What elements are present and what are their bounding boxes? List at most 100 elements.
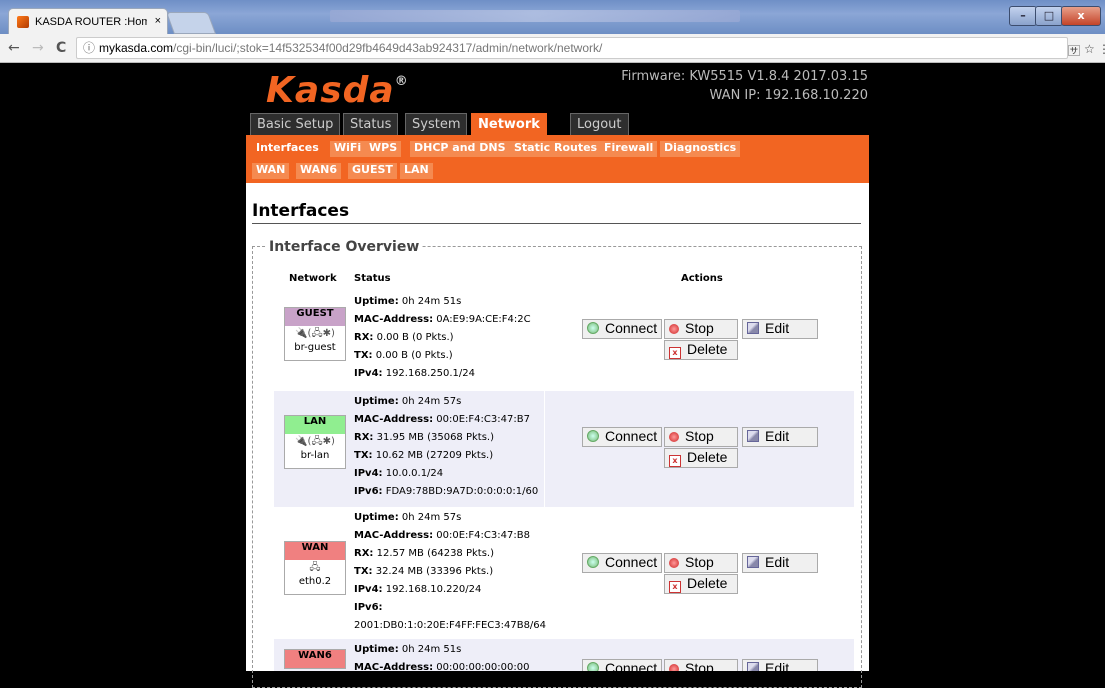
bridge-icon: 🔌(🖧✱) <box>295 328 335 339</box>
iface-tab-guest[interactable]: GUEST <box>348 163 397 179</box>
iface-tab-wan[interactable]: WAN <box>252 163 290 179</box>
title-divider <box>252 223 861 224</box>
edit-button[interactable]: Edit <box>742 319 818 339</box>
url-path: /cgi-bin/luci/;stok=14f532534f00d29fb464… <box>173 41 603 55</box>
delete-button[interactable]: x Delete <box>664 574 738 594</box>
status-block: Uptime: 0h 24m 57s MAC-Address: 00:0E:F4… <box>354 512 547 631</box>
network-box-wan: WAN 🖧 eth0.2 <box>284 541 346 595</box>
iface-tab-wan6[interactable]: WAN6 <box>296 163 342 179</box>
content-panel: Interfaces Interface Overview Network St… <box>246 183 869 688</box>
subtab-firewall[interactable]: Firewall <box>600 141 658 157</box>
connect-icon <box>587 322 599 334</box>
browser-titlebar: KASDA ROUTER :Home × – □ x <box>0 0 1105 35</box>
edit-button[interactable]: Edit <box>742 427 818 447</box>
reload-icon[interactable]: C <box>56 40 66 56</box>
column-actions: Actions <box>681 273 723 284</box>
connect-icon <box>587 430 599 442</box>
connect-button[interactable]: Connect <box>582 553 663 573</box>
subtab-wps[interactable]: WPS <box>365 141 402 157</box>
network-box-lan: LAN 🔌(🖧✱) br-lan <box>284 415 346 469</box>
stop-icon <box>669 432 679 442</box>
tab-status[interactable]: Status <box>343 113 399 136</box>
network-device: br-lan <box>300 450 330 461</box>
browser-menu-icon[interactable]: ⋮ <box>1098 42 1105 56</box>
subtab-interfaces[interactable]: Interfaces <box>252 141 323 157</box>
bookmark-star-icon[interactable]: ☆ <box>1084 42 1095 56</box>
browser-tab[interactable]: KASDA ROUTER :Home × <box>8 8 168 35</box>
edit-icon <box>747 322 759 334</box>
ethernet-icon: 🖧 <box>309 562 321 573</box>
tab-system[interactable]: System <box>405 113 468 136</box>
connect-button[interactable]: Connect <box>582 319 663 339</box>
firmware-info: Firmware: KW5515 V1.8.4 2017.03.15 WAN I… <box>560 67 868 105</box>
edit-button[interactable]: Edit <box>742 659 818 671</box>
stop-button[interactable]: Stop <box>664 553 738 573</box>
edit-icon <box>747 556 759 568</box>
column-divider <box>544 391 545 507</box>
column-status: Status <box>354 273 391 284</box>
kasda-favicon-icon <box>17 16 29 28</box>
window-close-button[interactable]: x <box>1061 6 1101 26</box>
section-title: Interface Overview <box>266 239 423 255</box>
interface-row-lan: LAN 🔌(🖧✱) br-lan Uptime: 0h 24m 57s MAC-… <box>274 391 854 507</box>
kasda-logo: Kasda® <box>266 70 409 111</box>
connect-button[interactable]: Connect <box>582 659 663 671</box>
subtab-diagnostics[interactable]: Diagnostics <box>660 141 741 157</box>
connect-icon <box>587 556 599 568</box>
stop-button[interactable]: Stop <box>664 427 738 447</box>
edit-icon <box>747 662 759 671</box>
connect-icon <box>587 662 599 671</box>
maximize-button[interactable]: □ <box>1035 6 1063 26</box>
network-name: WAN <box>285 542 345 560</box>
status-block: Uptime: 0h 24m 51s MAC-Address: 0A:E9:9A… <box>354 296 531 379</box>
delete-button[interactable]: x Delete <box>664 448 738 468</box>
subtab-dhcp-dns[interactable]: DHCP and DNS <box>410 141 510 157</box>
interface-row-wan6: WAN6 Uptime: 0h 24m 51s MAC-Address: 00:… <box>274 639 854 671</box>
tab-logout[interactable]: Logout <box>570 113 629 136</box>
forward-icon[interactable]: → <box>32 40 44 56</box>
connect-button[interactable]: Connect <box>582 427 663 447</box>
network-name: LAN <box>285 416 345 434</box>
stop-icon <box>669 324 679 334</box>
page-title: Interfaces <box>252 201 350 221</box>
firmware-version: Firmware: KW5515 V1.8.4 2017.03.15 <box>621 69 868 84</box>
url-host: mykasda.com <box>99 41 174 55</box>
site-info-icon[interactable]: ⓘ <box>83 38 95 58</box>
network-device: br-guest <box>294 342 336 353</box>
stop-icon <box>669 664 679 671</box>
translate-icon[interactable]: 🈂 <box>1068 42 1080 59</box>
delete-icon: x <box>669 347 681 359</box>
stop-icon <box>669 558 679 568</box>
delete-button[interactable]: x Delete <box>664 340 738 360</box>
subtab-wifi[interactable]: WiFi <box>330 141 366 157</box>
router-page: Kasda® Firmware: KW5515 V1.8.4 2017.03.1… <box>0 63 1105 688</box>
url-input[interactable]: ⓘ mykasda.com/cgi-bin/luci/;stok=14f53253… <box>76 37 1068 59</box>
network-name: GUEST <box>285 308 345 326</box>
background-window-title <box>330 10 740 22</box>
interface-row-wan: WAN 🖧 eth0.2 Uptime: 0h 24m 57s MAC-Addr… <box>274 507 854 639</box>
stop-button[interactable]: Stop <box>664 659 738 671</box>
new-tab-button[interactable] <box>165 12 217 34</box>
network-box-guest: GUEST 🔌(🖧✱) br-guest <box>284 307 346 361</box>
minimize-button[interactable]: – <box>1009 6 1037 26</box>
tab-network[interactable]: Network <box>471 113 547 136</box>
network-name: WAN6 <box>285 650 345 668</box>
interface-row-guest: GUEST 🔌(🖧✱) br-guest Uptime: 0h 24m 51s … <box>274 291 854 391</box>
delete-icon: x <box>669 581 681 593</box>
subnav-bar: Interfaces WiFi WPS DHCP and DNS Static … <box>246 135 869 183</box>
stop-button[interactable]: Stop <box>664 319 738 339</box>
back-icon[interactable]: ← <box>8 40 20 56</box>
wan-ip: WAN IP: 192.168.10.220 <box>709 88 868 103</box>
iface-tab-lan[interactable]: LAN <box>400 163 433 179</box>
delete-icon: x <box>669 455 681 467</box>
edit-button[interactable]: Edit <box>742 553 818 573</box>
tab-basic-setup[interactable]: Basic Setup <box>250 113 341 136</box>
column-network: Network <box>289 273 337 284</box>
tab-close-icon[interactable]: × <box>155 15 161 27</box>
status-block: Uptime: 0h 24m 51s MAC-Address: 00:00:00… <box>354 644 530 671</box>
status-block: Uptime: 0h 24m 57s MAC-Address: 00:0E:F4… <box>354 396 539 497</box>
subtab-static-routes[interactable]: Static Routes <box>510 141 602 157</box>
network-device: eth0.2 <box>298 576 332 587</box>
bridge-icon: 🔌(🖧✱) <box>295 436 335 447</box>
address-bar-row: ← → C ⓘ mykasda.com/cgi-bin/luci/;stok=14… <box>0 34 1105 63</box>
